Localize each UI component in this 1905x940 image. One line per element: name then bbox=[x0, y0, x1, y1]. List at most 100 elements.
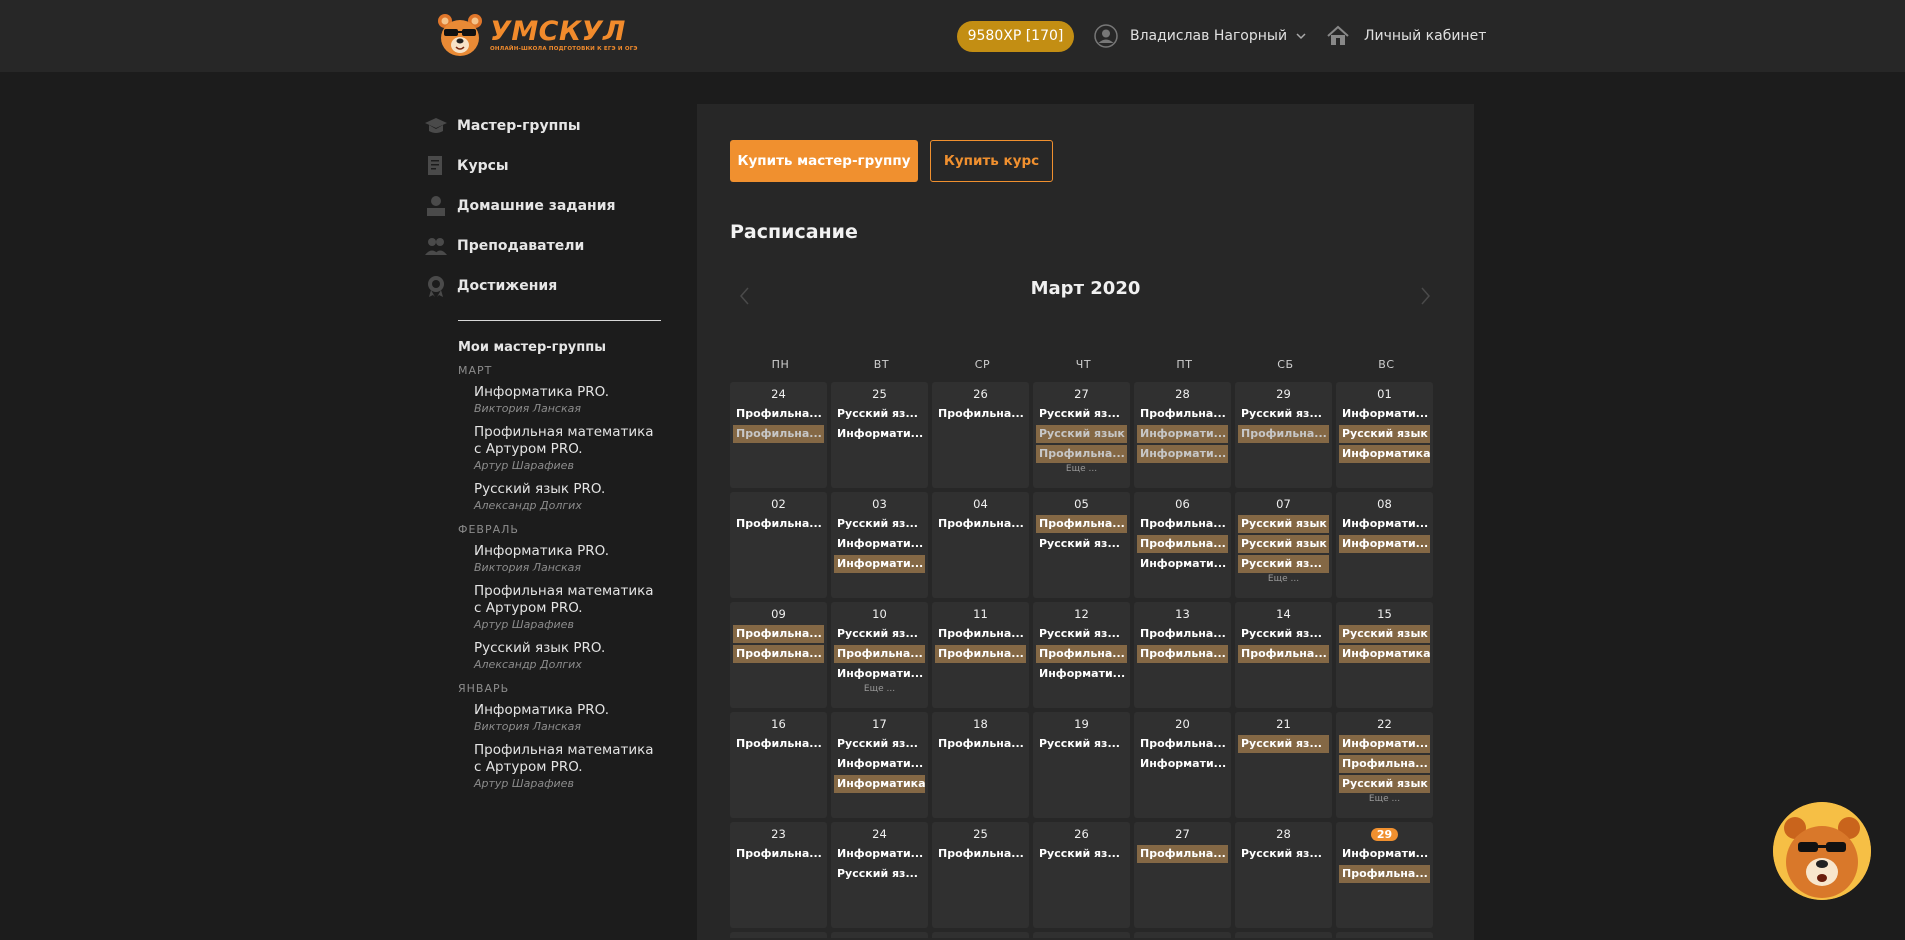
calendar-day-cell[interactable]: 28 Профильна... Информати... Информати... bbox=[1134, 382, 1231, 488]
calendar-day-cell[interactable]: 26 Русский яз... bbox=[1033, 822, 1130, 928]
calendar-event[interactable]: Информатика bbox=[1339, 445, 1430, 463]
calendar-day-cell[interactable]: 21 Русский яз... bbox=[1235, 712, 1332, 818]
calendar-event[interactable]: Русский яз... bbox=[1036, 405, 1127, 423]
chat-assistant-button[interactable] bbox=[1773, 802, 1871, 900]
calendar-event[interactable]: Профильна... bbox=[1036, 645, 1127, 663]
calendar-day-cell[interactable]: 29 Русский яз... Профильна... bbox=[1235, 382, 1332, 488]
calendar-day-cell[interactable]: 14 Русский яз... Профильна... bbox=[1235, 602, 1332, 708]
calendar-event[interactable]: Русский яз... bbox=[1036, 735, 1127, 753]
calendar-event[interactable]: Русский яз... bbox=[1238, 735, 1329, 753]
calendar-day-cell[interactable]: 12 Русский яз... Профильна... Информати... bbox=[1033, 602, 1130, 708]
calendar-event[interactable]: Профильна... bbox=[1238, 645, 1329, 663]
calendar-day-cell[interactable]: 16 Профильна... bbox=[730, 712, 827, 818]
course-link[interactable]: Русский язык PRO. Александр Долгих bbox=[474, 481, 664, 514]
calendar-day-cell[interactable]: 02 Профильна... bbox=[730, 492, 827, 598]
calendar-event[interactable]: Профильна... bbox=[935, 845, 1026, 863]
calendar-event[interactable]: Информати... bbox=[834, 845, 925, 863]
calendar-event[interactable]: Профильна... bbox=[935, 625, 1026, 643]
xp-badge[interactable]: 9580XP [170] bbox=[957, 21, 1074, 52]
calendar-day-cell[interactable]: 06 Профильна... Профильна... Информати... bbox=[1134, 492, 1231, 598]
calendar-event[interactable]: Профильна... bbox=[1137, 535, 1228, 553]
calendar-event[interactable]: Русский яз... bbox=[1238, 405, 1329, 423]
course-link[interactable]: Профильная математика с Артуром PRO. Арт… bbox=[474, 424, 664, 474]
sidebar-item-achievements[interactable]: Достижения bbox=[424, 266, 664, 306]
calendar-event[interactable]: Русский яз... bbox=[834, 625, 925, 643]
calendar-event[interactable]: Информати... bbox=[1339, 515, 1430, 533]
calendar-day-cell[interactable]: 09 Профильна... Профильна... bbox=[730, 602, 827, 708]
calendar-event[interactable]: Профильна... bbox=[733, 515, 824, 533]
calendar-event[interactable]: Профильна... bbox=[834, 645, 925, 663]
calendar-event[interactable]: Профильна... bbox=[1036, 515, 1127, 533]
buy-course-button[interactable]: Купить курс bbox=[930, 140, 1053, 182]
sidebar-item-homework[interactable]: Домашние задания bbox=[424, 186, 664, 226]
course-link[interactable]: Профильная математика с Артуром PRO. Арт… bbox=[474, 742, 664, 792]
buy-master-group-button[interactable]: Купить мастер-группу bbox=[730, 140, 918, 182]
calendar-event[interactable]: Профильна... bbox=[733, 845, 824, 863]
calendar-event[interactable]: Информати... bbox=[1036, 665, 1127, 683]
calendar-day-cell[interactable]: 04 Профильна... bbox=[932, 492, 1029, 598]
calendar-event[interactable]: Русский яз... bbox=[1036, 625, 1127, 643]
calendar-day-cell[interactable]: 11 Профильна... Профильна... bbox=[932, 602, 1029, 708]
calendar-event[interactable]: Информати... bbox=[834, 535, 925, 553]
calendar-event[interactable]: Русский язык bbox=[1339, 775, 1430, 793]
calendar-event[interactable]: Профильна... bbox=[1339, 865, 1430, 883]
calendar-day-cell[interactable]: 23 Профильна... bbox=[730, 822, 827, 928]
calendar-event[interactable]: Профильна... bbox=[1137, 625, 1228, 643]
calendar-day-cell[interactable]: 07 Русский язык Русский язык Русский яз... Е… bbox=[1235, 492, 1332, 598]
calendar-event[interactable]: Профильна... bbox=[1137, 645, 1228, 663]
calendar-event[interactable]: Профильна... bbox=[733, 625, 824, 643]
calendar-event[interactable]: Информати... bbox=[1339, 845, 1430, 863]
calendar-event[interactable]: Русский яз... bbox=[834, 735, 925, 753]
calendar-day-cell[interactable]: 15 Русский язык Информатика bbox=[1336, 602, 1433, 708]
calendar-event[interactable]: Русский яз... bbox=[834, 865, 925, 883]
calendar-event[interactable]: Русский яз... bbox=[1036, 535, 1127, 553]
calendar-event[interactable]: Профильна... bbox=[733, 405, 824, 423]
calendar-day-cell[interactable]: 17 Русский яз... Информати... Информатика bbox=[831, 712, 928, 818]
more-events-link[interactable]: Еще ... bbox=[831, 684, 928, 694]
calendar-day-cell[interactable]: 24 Профильна... Профильна... bbox=[730, 382, 827, 488]
calendar-event[interactable]: Профильна... bbox=[1339, 755, 1430, 773]
calendar-event[interactable]: Русский яз... bbox=[1238, 845, 1329, 863]
calendar-event[interactable]: Информати... bbox=[834, 665, 925, 683]
calendar-event[interactable]: Профильна... bbox=[1137, 845, 1228, 863]
calendar-day-cell[interactable]: 19 Русский яз... bbox=[1033, 712, 1130, 818]
calendar-event[interactable]: Профильна... bbox=[733, 645, 824, 663]
calendar-event[interactable]: Информатика bbox=[834, 775, 925, 793]
calendar-day-cell[interactable]: 20 Профильна... Информати... bbox=[1134, 712, 1231, 818]
calendar-event[interactable]: Информати... bbox=[834, 555, 925, 573]
calendar-day-cell[interactable]: 01 Информати... Русский язык Информатика bbox=[1336, 382, 1433, 488]
calendar-event[interactable]: Информати... bbox=[1339, 735, 1430, 753]
calendar-day-cell[interactable]: 10 Русский яз... Профильна... Информати... Е… bbox=[831, 602, 928, 708]
course-link[interactable]: Информатика PRO. Виктория Ланская bbox=[474, 543, 664, 576]
more-events-link[interactable]: Еще ... bbox=[1336, 794, 1433, 804]
calendar-day-cell[interactable]: 27 Русский яз... Русский язык Профильна... Е… bbox=[1033, 382, 1130, 488]
calendar-event[interactable]: Информати... bbox=[1137, 555, 1228, 573]
calendar-event[interactable]: Профильна... bbox=[733, 735, 824, 753]
calendar-event[interactable]: Информати... bbox=[1137, 425, 1228, 443]
calendar-day-cell[interactable]: 13 Профильна... Профильна... bbox=[1134, 602, 1231, 708]
calendar-event[interactable]: Русский язык bbox=[1339, 425, 1430, 443]
calendar-event[interactable]: Информатика bbox=[1339, 645, 1430, 663]
calendar-event[interactable]: Профильна... bbox=[935, 515, 1026, 533]
calendar-event[interactable]: Русский яз... bbox=[1238, 555, 1329, 573]
calendar-event[interactable]: Информати... bbox=[1339, 405, 1430, 423]
calendar-event[interactable]: Русский яз... bbox=[834, 515, 925, 533]
calendar-event[interactable]: Профильна... bbox=[935, 405, 1026, 423]
calendar-day-cell[interactable]: 08 Информати... Информати... bbox=[1336, 492, 1433, 598]
calendar-day-cell[interactable]: 18 Профильна... bbox=[932, 712, 1029, 818]
calendar-event[interactable]: Профильна... bbox=[1137, 405, 1228, 423]
sidebar-item-master-groups[interactable]: Мастер-группы bbox=[424, 106, 664, 146]
course-link[interactable]: Информатика PRO. Виктория Ланская bbox=[474, 702, 664, 735]
calendar-event[interactable]: Русский яз... bbox=[1036, 845, 1127, 863]
calendar-event[interactable]: Русский яз... bbox=[1238, 625, 1329, 643]
calendar-event[interactable]: Профильна... bbox=[1137, 515, 1228, 533]
calendar-event[interactable]: Информати... bbox=[1339, 535, 1430, 553]
calendar-event[interactable]: Информати... bbox=[1137, 755, 1228, 773]
calendar-event[interactable]: Информати... bbox=[1137, 445, 1228, 463]
course-link[interactable]: Профильная математика с Артуром PRO. Арт… bbox=[474, 583, 664, 633]
calendar-day-cell[interactable]: 03 Русский яз... Информати... Информати... bbox=[831, 492, 928, 598]
calendar-event[interactable]: Русский язык bbox=[1238, 535, 1329, 553]
calendar-day-cell[interactable]: 26 Профильна... bbox=[932, 382, 1029, 488]
calendar-event[interactable]: Профильна... bbox=[733, 425, 824, 443]
calendar-event[interactable]: Русский язык bbox=[1238, 515, 1329, 533]
